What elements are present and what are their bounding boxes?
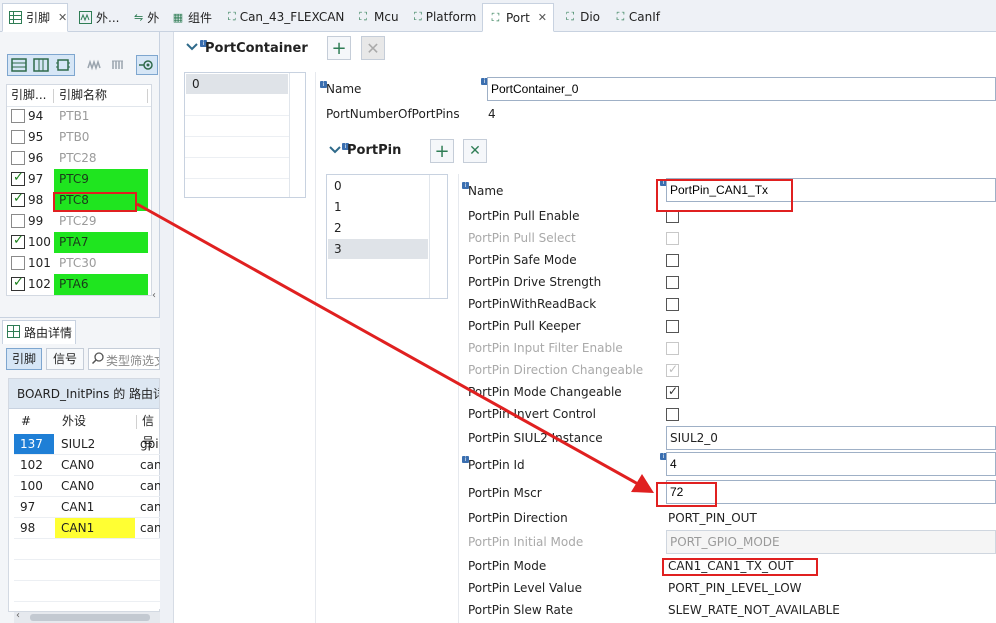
annotation-arrow bbox=[136, 202, 654, 493]
app-window: 引脚 ✕ 外... ⇋ 外 引脚... 引脚名称 94 PTB1 95 PTB0… bbox=[0, 0, 996, 623]
